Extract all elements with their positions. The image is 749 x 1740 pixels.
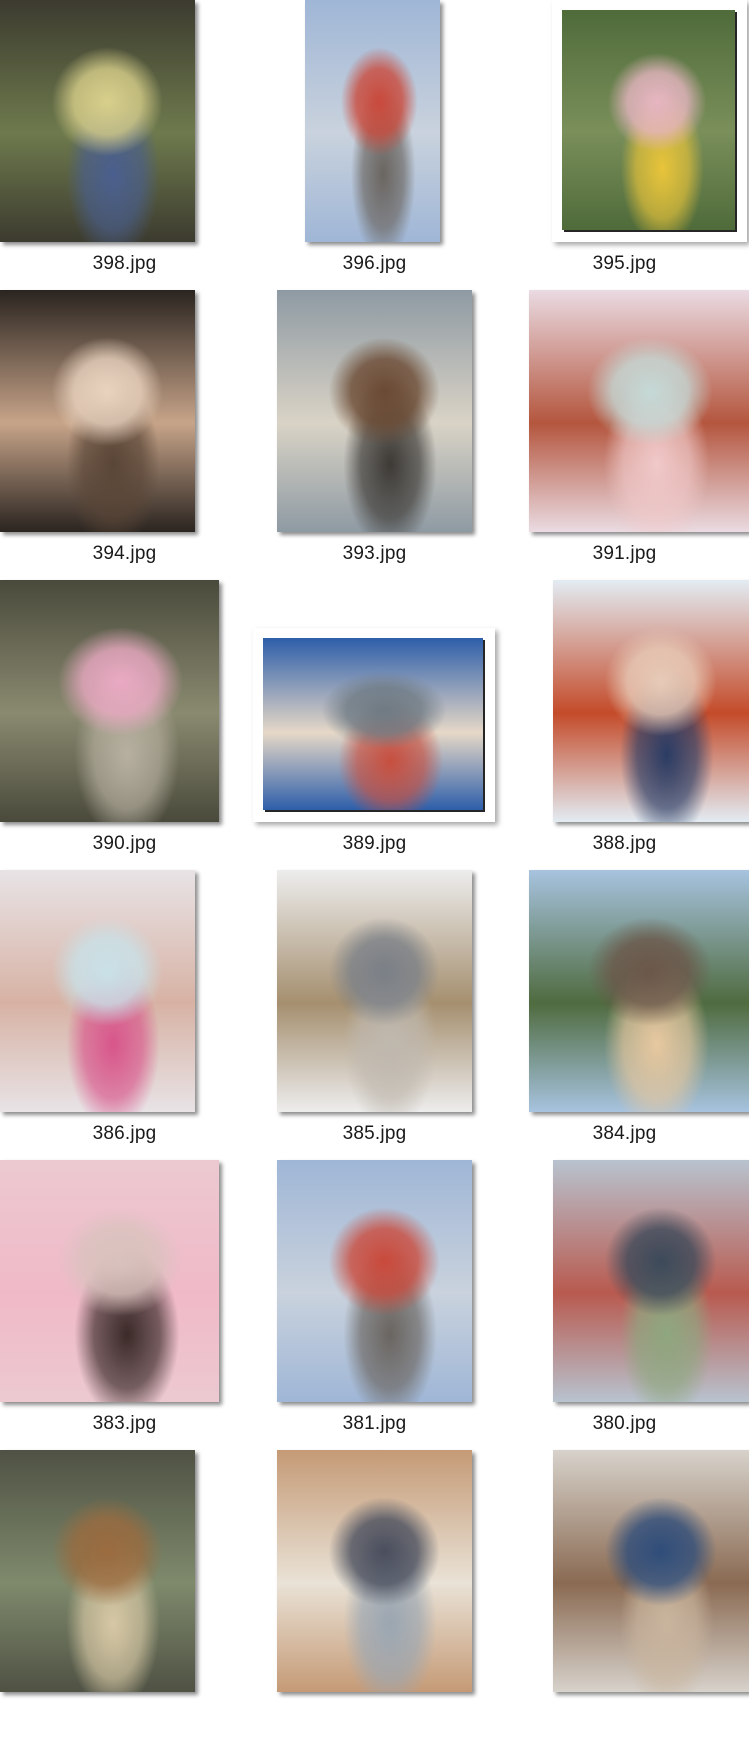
thumbnail-image[interactable] [277, 1450, 472, 1692]
file-thumbnail-grid: 398.jpg 396.jpg 395.jpg 394.jpg 393.jpg … [0, 0, 749, 1701]
photo-icon [0, 870, 195, 1112]
thumbnail-image[interactable] [529, 290, 749, 532]
file-name-label: 380.jpg [592, 1413, 657, 1434]
thumbnail-image[interactable] [0, 580, 219, 822]
file-name-label: 388.jpg [592, 833, 657, 854]
photo-icon [0, 1450, 195, 1692]
thumbnail-image[interactable] [0, 1160, 219, 1402]
thumbnail-image[interactable] [277, 1160, 472, 1402]
file-item-385[interactable]: 385.jpg [250, 870, 499, 1160]
thumbnail-area [250, 290, 499, 538]
file-name-label: 393.jpg [342, 543, 407, 564]
photo-icon [263, 638, 483, 810]
thumbnail-area [250, 1450, 499, 1698]
thumbnail-image[interactable] [305, 0, 440, 242]
thumbnail-area [250, 1160, 499, 1408]
file-item-383[interactable]: 383.jpg [0, 1160, 249, 1450]
file-name-label: 383.jpg [92, 1413, 157, 1434]
thumbnail-image[interactable] [277, 870, 472, 1112]
thumbnail-image[interactable] [277, 290, 472, 532]
thumbnail-area [500, 290, 749, 538]
photo-icon [553, 580, 749, 822]
photo-icon [529, 870, 749, 1112]
thumbnail-area [250, 0, 499, 248]
photo-icon [277, 870, 472, 1112]
photo-icon [0, 290, 195, 532]
thumbnail-image[interactable] [0, 1450, 195, 1692]
thumbnail-area [0, 870, 249, 1118]
thumbnail-image[interactable] [0, 290, 195, 532]
thumbnail-area [0, 0, 249, 248]
file-name-label: 389.jpg [342, 833, 407, 854]
file-item-391[interactable]: 391.jpg [500, 290, 749, 580]
photo-icon [0, 580, 219, 822]
thumbnail-image[interactable] [553, 580, 749, 822]
thumbnail-area [500, 1160, 749, 1408]
photo-icon [529, 290, 749, 532]
file-item-394[interactable]: 394.jpg [0, 290, 249, 580]
thumbnail-image[interactable] [529, 870, 749, 1112]
thumbnail-area [500, 1450, 749, 1698]
thumbnail-area [0, 580, 249, 828]
photo-icon [553, 1160, 749, 1402]
thumbnail-area [500, 0, 749, 248]
thumbnail-area [250, 870, 499, 1118]
file-item-396[interactable]: 396.jpg [250, 0, 499, 290]
file-item-386[interactable]: 386.jpg [0, 870, 249, 1160]
photo-icon [553, 1450, 749, 1692]
file-name-label: 396.jpg [342, 253, 407, 274]
file-name-label: 394.jpg [92, 543, 157, 564]
file-item-partial-2[interactable] [250, 1450, 499, 1740]
file-item-381[interactable]: 381.jpg [250, 1160, 499, 1450]
file-item-384[interactable]: 384.jpg [500, 870, 749, 1160]
file-name-label: 384.jpg [592, 1123, 657, 1144]
photo-icon [562, 10, 735, 230]
file-item-390[interactable]: 390.jpg [0, 580, 249, 870]
file-name-label: 398.jpg [92, 253, 157, 274]
file-item-389[interactable]: 389.jpg [250, 580, 499, 870]
thumbnail-area [500, 870, 749, 1118]
file-name-label: 390.jpg [92, 833, 157, 854]
thumbnail-area [500, 580, 749, 828]
thumbnail-area [0, 1450, 249, 1698]
thumbnail-image[interactable] [553, 1450, 749, 1692]
file-item-388[interactable]: 388.jpg [500, 580, 749, 870]
photo-icon [277, 290, 472, 532]
file-item-partial-1[interactable] [0, 1450, 249, 1740]
thumbnail-image[interactable] [0, 870, 195, 1112]
thumbnail-image[interactable] [0, 0, 195, 242]
file-item-partial-3[interactable] [500, 1450, 749, 1740]
file-item-398[interactable]: 398.jpg [0, 0, 249, 290]
thumbnail-area [0, 290, 249, 538]
file-item-395[interactable]: 395.jpg [500, 0, 749, 290]
photo-icon [0, 1160, 219, 1402]
file-name-label: 386.jpg [92, 1123, 157, 1144]
file-item-393[interactable]: 393.jpg [250, 290, 499, 580]
photo-icon [305, 0, 440, 242]
thumbnail-image[interactable] [553, 1160, 749, 1402]
photo-icon [277, 1160, 472, 1402]
thumbnail-area [0, 1160, 249, 1408]
thumbnail-image[interactable] [253, 628, 495, 822]
photo-icon [277, 1450, 472, 1692]
thumbnail-area [250, 580, 499, 828]
thumbnail-image[interactable] [552, 0, 747, 242]
file-name-label: 381.jpg [342, 1413, 407, 1434]
file-name-label: 391.jpg [592, 543, 657, 564]
file-name-label: 385.jpg [342, 1123, 407, 1144]
file-item-380[interactable]: 380.jpg [500, 1160, 749, 1450]
file-name-label: 395.jpg [592, 253, 657, 274]
photo-icon [0, 0, 195, 242]
